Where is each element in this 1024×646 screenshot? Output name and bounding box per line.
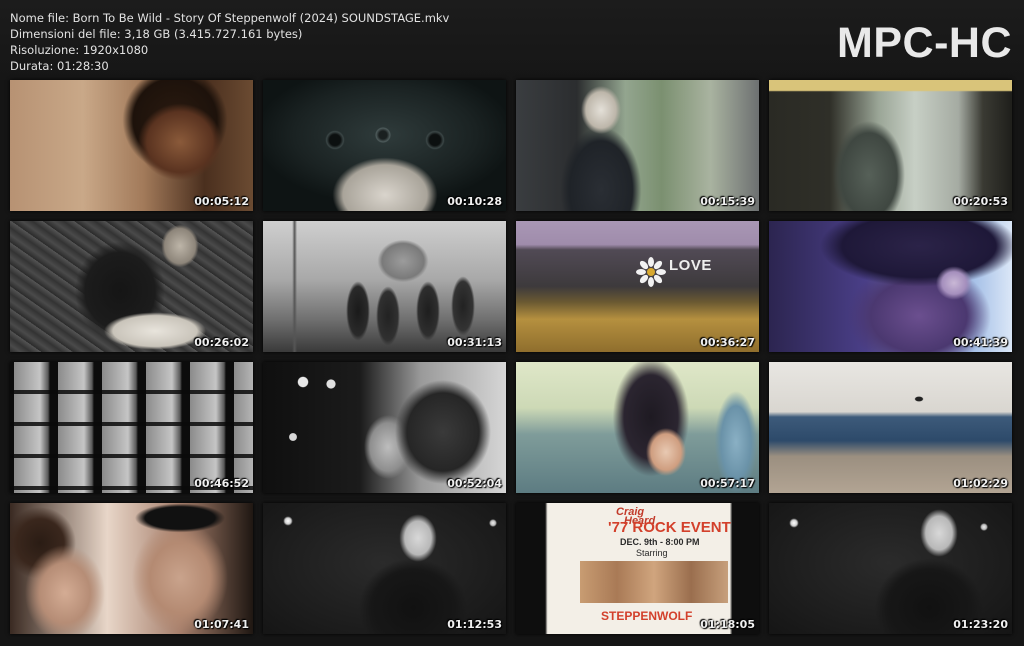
timestamp: 00:57:17 bbox=[700, 477, 755, 490]
thumbnail-11[interactable]: 00:57:17 bbox=[516, 362, 759, 493]
frame-image bbox=[10, 221, 253, 352]
frame-image bbox=[263, 221, 506, 352]
thumbnail-2[interactable]: 00:10:28 bbox=[263, 80, 506, 211]
thumbnail-12[interactable]: 01:02:29 bbox=[769, 362, 1012, 493]
thumbnail-16[interactable]: 01:23:20 bbox=[769, 503, 1012, 634]
file-name: Nome file: Born To Be Wild - Story Of St… bbox=[10, 11, 450, 25]
starring-text: Starring bbox=[636, 548, 668, 558]
duration: Durata: 01:28:30 bbox=[10, 59, 109, 73]
thumbnail-6[interactable]: 00:31:13 bbox=[263, 221, 506, 352]
thumbnail-7[interactable]: LOVE 00:36:27 bbox=[516, 221, 759, 352]
film-strip-gaps bbox=[10, 362, 253, 493]
date-text: DEC. 9th - 8:00 PM bbox=[620, 537, 700, 547]
timestamp: 01:12:53 bbox=[447, 618, 502, 631]
thumbnail-5[interactable]: 00:26:02 bbox=[10, 221, 253, 352]
love-graffiti: LOVE bbox=[669, 257, 712, 274]
frame-image bbox=[263, 362, 506, 493]
frame-image bbox=[769, 362, 1012, 493]
thumbnail-15[interactable]: Craig Heard '77 ROCK EVENT DEC. 9th - 8:… bbox=[516, 503, 759, 634]
timestamp: 00:26:02 bbox=[194, 336, 249, 349]
timestamp: 00:31:13 bbox=[447, 336, 502, 349]
frame-image bbox=[516, 362, 759, 493]
frame-image bbox=[769, 221, 1012, 352]
thumbnail-4[interactable]: 00:20:53 bbox=[769, 80, 1012, 211]
header: Nome file: Born To Be Wild - Story Of St… bbox=[0, 0, 1024, 80]
thumbnail-8[interactable]: 00:41:39 bbox=[769, 221, 1012, 352]
band-name-text: STEPPENWOLF bbox=[601, 609, 693, 623]
timestamp: 00:15:39 bbox=[700, 195, 755, 208]
frame-image bbox=[769, 503, 1012, 634]
timestamp: 00:36:27 bbox=[700, 336, 755, 349]
timestamp: 00:05:12 bbox=[194, 195, 249, 208]
thumbnail-13[interactable]: 01:07:41 bbox=[10, 503, 253, 634]
timestamp: 01:02:29 bbox=[953, 477, 1008, 490]
frame-image bbox=[263, 503, 506, 634]
timestamp: 01:07:41 bbox=[194, 618, 249, 631]
timestamp: 00:41:39 bbox=[953, 336, 1008, 349]
frame-image bbox=[769, 80, 1012, 211]
timestamp: 00:52:04 bbox=[447, 477, 502, 490]
frame-image bbox=[263, 80, 506, 211]
frame-image bbox=[10, 503, 253, 634]
frame-image bbox=[10, 80, 253, 211]
mpc-hc-logo: MPC-HC bbox=[837, 19, 1012, 67]
thumbnail-10[interactable]: 00:52:04 bbox=[263, 362, 506, 493]
thumbnail-3[interactable]: 00:15:39 bbox=[516, 80, 759, 211]
frame-image bbox=[516, 80, 759, 211]
thumbnail-1[interactable]: 00:05:12 bbox=[10, 80, 253, 211]
band-photo bbox=[580, 561, 728, 603]
file-info: Nome file: Born To Be Wild - Story Of St… bbox=[10, 10, 449, 74]
thumbnail-9[interactable]: 00:46:52 bbox=[10, 362, 253, 493]
timestamp: 00:46:52 bbox=[194, 477, 249, 490]
daisy-icon bbox=[636, 257, 666, 287]
file-size: Dimensioni del file: 3,18 GB (3.415.727.… bbox=[10, 27, 303, 41]
timestamp: 00:10:28 bbox=[447, 195, 502, 208]
timestamp: 01:23:20 bbox=[953, 618, 1008, 631]
timestamp: 01:18:05 bbox=[700, 618, 755, 631]
thumbnail-14[interactable]: 01:12:53 bbox=[263, 503, 506, 634]
resolution: Risoluzione: 1920x1080 bbox=[10, 43, 149, 57]
timestamp: 00:20:53 bbox=[953, 195, 1008, 208]
rock-event-text: '77 ROCK EVENT bbox=[608, 519, 731, 536]
